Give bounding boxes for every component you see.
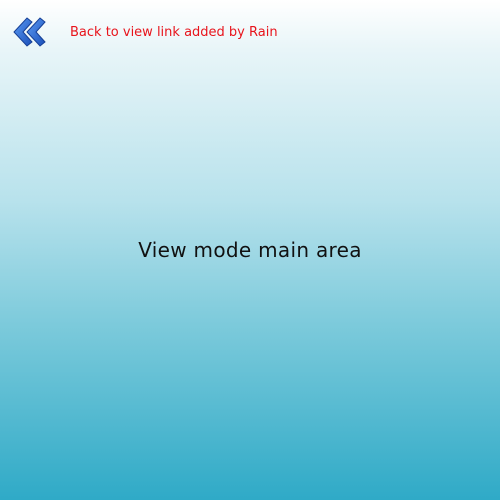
- double-chevron-left-icon[interactable]: [12, 14, 48, 50]
- back-to-view-link[interactable]: Back to view link added by Rain: [70, 25, 278, 40]
- view-mode-main-area: View mode main area: [0, 0, 500, 500]
- main-area-label: View mode main area: [138, 238, 362, 262]
- top-bar: Back to view link added by Rain: [12, 14, 278, 50]
